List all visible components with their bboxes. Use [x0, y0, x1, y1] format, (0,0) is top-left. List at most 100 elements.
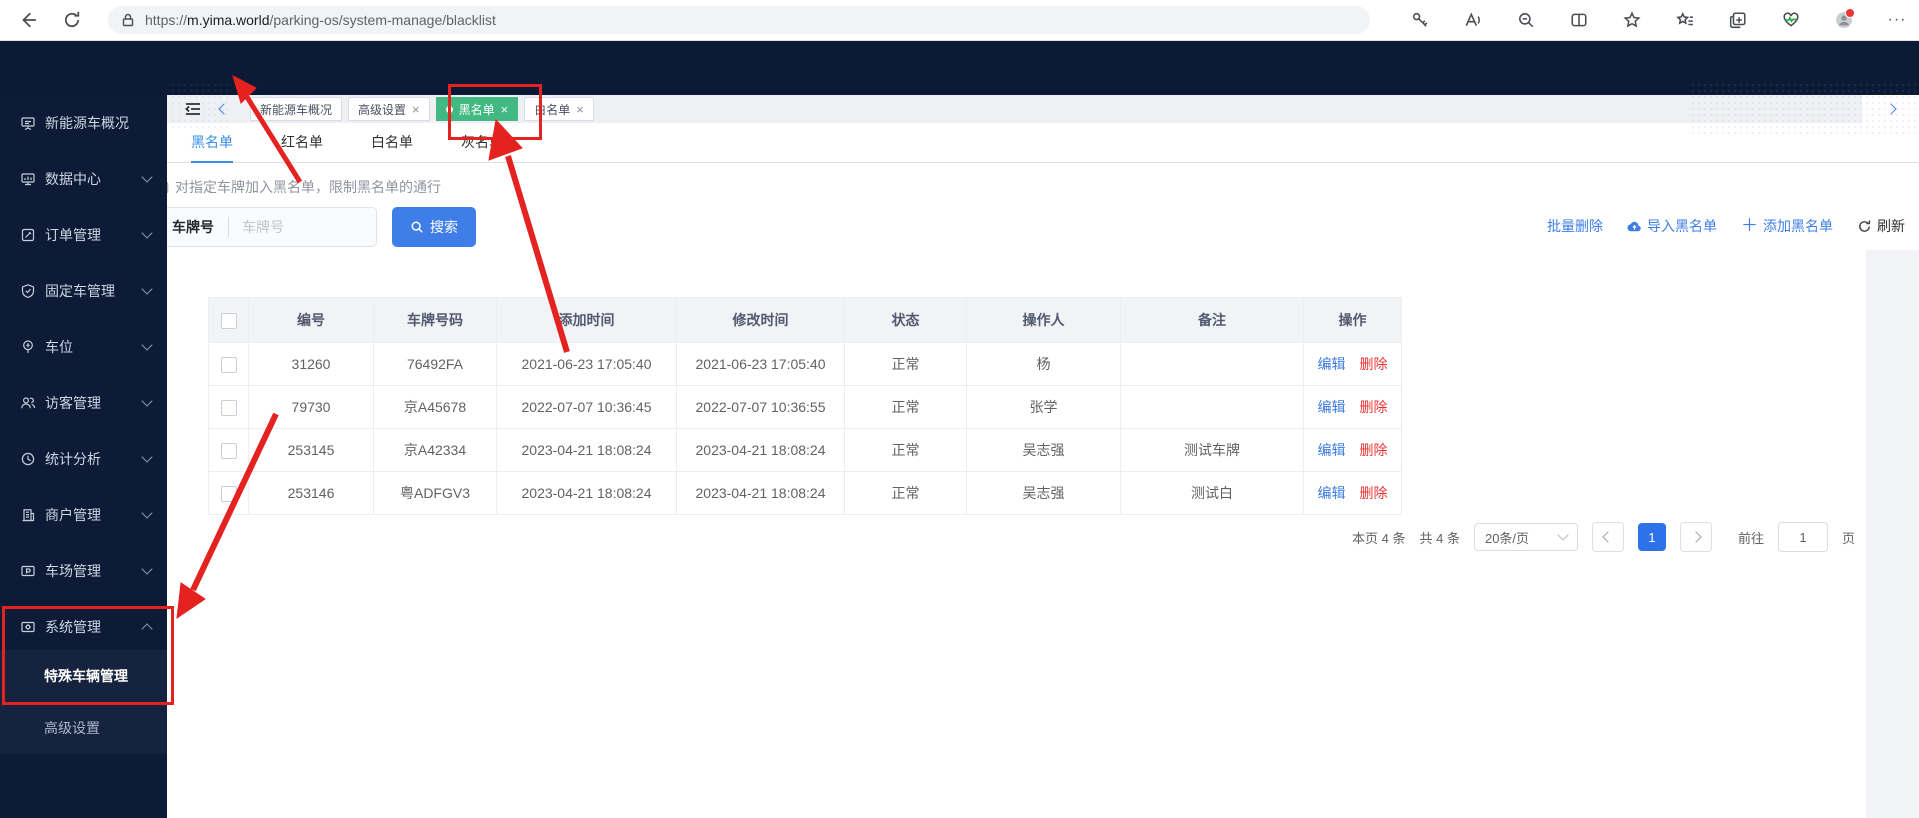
chevron-down-icon	[141, 227, 153, 239]
column-header: 备注	[1120, 297, 1304, 343]
sidebar-item-3[interactable]: 订单管理	[0, 212, 167, 258]
sidebar-item-label: 统计分析	[45, 451, 101, 467]
page-description-row: 对指定车牌加入黑名单，限制黑名单的通行	[155, 176, 441, 198]
sidebar-item-9[interactable]: 车场管理	[0, 548, 167, 594]
subtab-2[interactable]: 红名单	[281, 123, 323, 163]
edit-link[interactable]: 编辑	[1318, 442, 1346, 458]
table-row: 31260 76492FA 2021-06-23 17:05:40 2021-06-2…	[208, 342, 1402, 386]
table-action-links: 批量删除 导入黑名单 ＋ 添加黑名单 刷新	[1547, 214, 1905, 238]
browser-action-icons: ···	[1410, 8, 1907, 30]
delete-link[interactable]: 删除	[1360, 356, 1388, 372]
batch-delete-link[interactable]: 批量删除	[1547, 216, 1603, 236]
cell-actions: 编辑 删除	[1303, 342, 1402, 386]
subtabs: 黑名单 红名单 白名单 灰名单	[191, 123, 503, 163]
app-header	[0, 40, 1919, 135]
chevron-down-icon	[141, 563, 153, 575]
plate-number-input[interactable]	[229, 219, 362, 235]
delete-link[interactable]: 删除	[1360, 442, 1388, 458]
header-dot-pattern	[170, 82, 230, 132]
edit-link[interactable]: 编辑	[1318, 356, 1346, 372]
profile-avatar-icon[interactable]	[1834, 8, 1855, 30]
sidebar-subitem-2[interactable]: 高级设置	[0, 702, 167, 754]
browser-menu-dots-icon[interactable]: ···	[1887, 10, 1907, 30]
current-page-button[interactable]: 1	[1637, 523, 1666, 551]
cell-id: 79730	[248, 385, 374, 429]
edit-link[interactable]: 编辑	[1318, 399, 1346, 415]
sidebar-item-label: 车场管理	[45, 563, 101, 579]
column-header: 操作	[1303, 297, 1402, 343]
sidebar-item-10[interactable]: 系统管理	[0, 604, 167, 650]
header-dot-pattern-right	[1690, 82, 1919, 135]
subtab-4[interactable]: 灰名单	[461, 123, 503, 163]
cell-plate: 京A45678	[373, 385, 497, 429]
column-header: 车牌号码	[373, 297, 497, 343]
browser-refresh-icon[interactable]	[62, 10, 82, 30]
plus-icon: ＋	[1741, 215, 1758, 235]
password-key-icon[interactable]	[1410, 10, 1430, 30]
tab-close-icon[interactable]: ×	[576, 103, 584, 116]
delete-link[interactable]: 删除	[1360, 399, 1388, 415]
url-text: https://m.yima.world/parking-os/system-m…	[145, 12, 496, 28]
sidebar-item-5[interactable]: 车位	[0, 324, 167, 370]
tab-close-icon[interactable]: ×	[412, 103, 420, 116]
cell-plate: 76492FA	[373, 342, 497, 386]
sidebar-submenu: 特殊车辆管理 高级设置	[0, 650, 167, 754]
page-tab-1[interactable]: 新能源车概况	[250, 97, 343, 121]
open-page-tabs: 新能源车概况 高级设置 × 黑名单 × 白名单 ×	[250, 97, 594, 121]
cell-remark: 测试车牌	[1120, 428, 1304, 472]
search-button[interactable]: 搜索	[392, 207, 476, 247]
page-description: 对指定车牌加入黑名单，限制黑名单的通行	[175, 179, 441, 195]
import-blacklist-link[interactable]: 导入黑名单	[1627, 216, 1717, 236]
goto-label: 前往	[1737, 530, 1764, 546]
blacklist-table-card: 编号 车牌号码 添加时间 修改时间 状态 操作人 备注 操作 31260 76492FA 2021…	[208, 297, 1865, 515]
sidebar-item-7[interactable]: 统计分析	[0, 436, 167, 482]
browser-back-icon[interactable]	[18, 10, 38, 30]
sidebar-item-label: 固定车管理	[45, 283, 115, 299]
split-screen-icon[interactable]	[1569, 10, 1589, 30]
select-all-checkbox[interactable]	[220, 312, 237, 329]
table-row: 253146 粤ADFGV3 2023-04-21 18:08:24 2023-04-…	[208, 471, 1402, 515]
page-tab-2[interactable]: 高级设置 ×	[348, 97, 430, 121]
chevron-down-icon	[141, 507, 153, 519]
tab-label: 高级设置	[358, 102, 407, 117]
page-size-select[interactable]: 20条/页	[1473, 523, 1578, 551]
table-body: 31260 76492FA 2021-06-23 17:05:40 2021-06-2…	[208, 342, 1402, 515]
row-checkbox[interactable]	[220, 399, 237, 416]
sidebar-item-6[interactable]: 访客管理	[0, 380, 167, 426]
favorite-star-icon[interactable]	[1622, 10, 1642, 30]
row-checkbox[interactable]	[220, 356, 237, 373]
read-aloud-icon[interactable]	[1463, 10, 1483, 30]
tab-close-icon[interactable]: ×	[501, 103, 509, 116]
ev-overview-icon	[20, 115, 36, 131]
row-checkbox[interactable]	[220, 442, 237, 459]
row-checkbox[interactable]	[220, 485, 237, 502]
page-right-gutter	[1866, 250, 1919, 818]
collections-icon[interactable]	[1728, 10, 1748, 30]
add-blacklist-link[interactable]: ＋ 添加黑名单	[1741, 216, 1833, 236]
page-tab-3[interactable]: 黑名单 ×	[435, 97, 519, 121]
refresh-link[interactable]: 刷新	[1857, 216, 1905, 236]
address-bar[interactable]: https://m.yima.world/parking-os/system-m…	[108, 6, 1370, 34]
delete-link[interactable]: 删除	[1360, 485, 1388, 501]
edit-link[interactable]: 编辑	[1318, 485, 1346, 501]
browser-essentials-icon[interactable]	[1781, 10, 1801, 30]
prev-page-button[interactable]	[1591, 522, 1624, 552]
sidebar-item-1[interactable]: 新能源车概况	[0, 100, 167, 146]
lock-icon[interactable]	[120, 12, 136, 28]
page-tab-4[interactable]: 白名单 ×	[524, 97, 594, 121]
table-row: 253145 京A42334 2023-04-21 18:08:24 2023-04-…	[208, 428, 1402, 472]
cell-id: 253145	[248, 428, 374, 472]
chevron-down-icon	[141, 339, 153, 351]
sidebar-item-8[interactable]: 商户管理	[0, 492, 167, 538]
sidebar-item-2[interactable]: 数据中心	[0, 156, 167, 202]
favorites-bar-icon[interactable]	[1675, 10, 1695, 30]
subtab-3[interactable]: 白名单	[371, 123, 413, 163]
goto-page-input[interactable]	[1777, 522, 1828, 552]
cell-remark	[1120, 342, 1304, 386]
sidebar-subitem-1[interactable]: 特殊车辆管理	[0, 650, 167, 702]
zoom-out-icon[interactable]	[1516, 10, 1536, 30]
goto-unit: 页	[1841, 530, 1855, 546]
cell-status: 正常	[844, 428, 967, 472]
next-page-button[interactable]	[1679, 522, 1712, 552]
sidebar-item-4[interactable]: 固定车管理	[0, 268, 167, 314]
